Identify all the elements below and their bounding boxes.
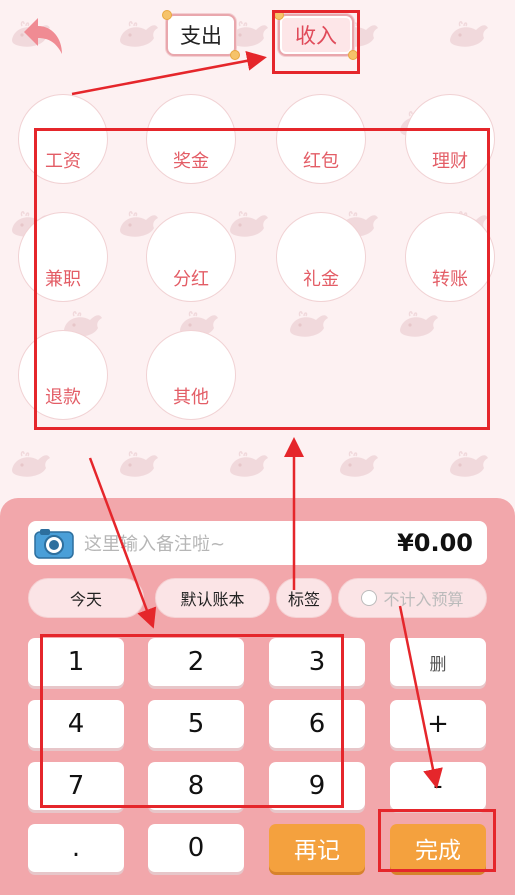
key-4[interactable]: 4 <box>28 700 124 748</box>
key-label: 再记 <box>294 838 340 864</box>
category-label: 奖金 <box>173 151 209 172</box>
key-label: 6 <box>308 709 326 739</box>
key-2[interactable]: 2 <box>148 638 244 686</box>
category-gift-money[interactable]: 礼金 <box>276 212 366 302</box>
category-investment[interactable]: 理财 <box>405 94 495 184</box>
back-arrow-icon[interactable] <box>20 14 66 58</box>
category-red-packet[interactable]: 红包 <box>276 94 366 184</box>
exclude-budget-label: 不计入预算 <box>383 590 464 609</box>
tag-button[interactable]: 标签 <box>276 578 332 618</box>
key-6[interactable]: 6 <box>269 700 365 748</box>
record-again-button[interactable]: 再记 <box>269 824 365 872</box>
star-decoration-icon <box>348 50 358 60</box>
category-label: 理财 <box>432 151 468 172</box>
category-other[interactable]: 其他 <box>146 330 236 420</box>
category-label: 工资 <box>45 151 81 172</box>
date-button[interactable]: 今天 <box>28 578 144 618</box>
account-book-button[interactable]: 默认账本 <box>155 578 270 618</box>
key-label: - <box>433 771 443 801</box>
star-decoration-icon <box>230 50 240 60</box>
key-label: 5 <box>187 709 205 739</box>
key-label: . <box>71 833 81 863</box>
camera-icon[interactable] <box>34 527 74 559</box>
key-label: 完成 <box>415 838 461 864</box>
note-bar[interactable]: 这里输入备注啦~ ¥0.00 <box>28 521 487 565</box>
category-part-time[interactable]: 兼职 <box>18 212 108 302</box>
key-label: 2 <box>187 647 205 677</box>
tab-income[interactable]: 收入 <box>274 10 358 60</box>
key-0[interactable]: 0 <box>148 824 244 872</box>
key-label: 4 <box>67 709 85 739</box>
key-label: + <box>427 709 449 739</box>
note-input[interactable]: 这里输入备注啦~ <box>84 530 397 556</box>
key-label: 1 <box>67 647 85 677</box>
key-7[interactable]: 7 <box>28 762 124 810</box>
key-label: 8 <box>187 771 205 801</box>
key-label: 7 <box>67 771 85 801</box>
key-8[interactable]: 8 <box>148 762 244 810</box>
key-label: 0 <box>187 833 205 863</box>
key-label: 3 <box>308 647 326 677</box>
star-decoration-icon <box>274 10 284 20</box>
key-dot[interactable]: . <box>28 824 124 872</box>
category-transfer[interactable]: 转账 <box>405 212 495 302</box>
key-label: 9 <box>308 771 326 801</box>
tag-label: 标签 <box>287 590 320 609</box>
key-3[interactable]: 3 <box>269 638 365 686</box>
category-salary[interactable]: 工资 <box>18 94 108 184</box>
key-1[interactable]: 1 <box>28 638 124 686</box>
key-9[interactable]: 9 <box>269 762 365 810</box>
delete-button[interactable]: 删 <box>390 638 486 686</box>
star-decoration-icon <box>162 10 172 20</box>
tab-expense[interactable]: 支出 <box>162 10 240 60</box>
radio-icon[interactable] <box>361 590 378 606</box>
tab-income-label: 收入 <box>295 24 337 48</box>
key-5[interactable]: 5 <box>148 700 244 748</box>
amount-display: ¥0.00 <box>397 529 473 557</box>
plus-button[interactable]: + <box>390 700 486 748</box>
category-label: 礼金 <box>303 269 339 290</box>
category-label: 其他 <box>173 387 209 408</box>
key-label: 删 <box>429 654 447 675</box>
category-refund[interactable]: 退款 <box>18 330 108 420</box>
minus-button[interactable]: - <box>390 762 486 810</box>
category-label: 分红 <box>173 269 209 290</box>
done-button[interactable]: 完成 <box>390 824 486 872</box>
date-label: 今天 <box>69 590 102 609</box>
exclude-budget-toggle[interactable]: 不计入预算 <box>338 578 487 618</box>
account-book-label: 默认账本 <box>180 590 245 609</box>
category-label: 兼职 <box>45 269 81 290</box>
category-label: 转账 <box>432 269 468 290</box>
category-bonus[interactable]: 奖金 <box>146 94 236 184</box>
category-dividend[interactable]: 分红 <box>146 212 236 302</box>
tab-expense-label: 支出 <box>180 24 222 48</box>
category-label: 退款 <box>45 387 81 408</box>
category-label: 红包 <box>303 151 339 172</box>
